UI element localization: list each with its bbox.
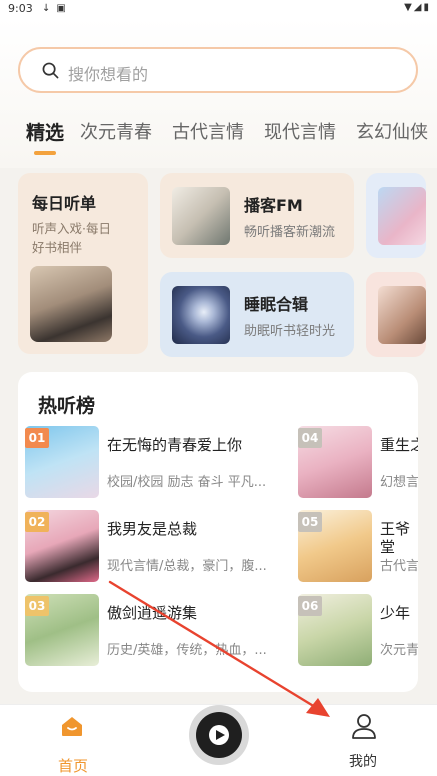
daily-list-subtitle-2: 好书相伴 [32,240,83,255]
book-title: 在无悔的青春爱上你 [107,436,243,454]
hot-list-panel: 热听榜 01 在无悔的青春爱上你 校园/校园 励志 奋斗 平凡... 02 我男… [18,372,418,692]
book-meta: 次元青 [380,643,418,658]
nav-home[interactable]: 首页 [48,713,98,775]
list-item[interactable]: 04 重生之 幻想言 [298,426,418,498]
book-title: 少年 [380,604,411,622]
book-title: 傲剑逍遥游集 [107,604,198,622]
list-item[interactable]: 02 我男友是总裁 现代言情/总裁，豪门，腹... [25,510,305,582]
side-card-1-cover [378,187,426,245]
podcast-fm-card[interactable]: 播客FM 畅听播客新潮流 [160,173,354,258]
list-item[interactable]: 01 在无悔的青春爱上你 校园/校园 励志 奋斗 平凡... [25,426,305,498]
home-icon [62,717,82,736]
tab-featured[interactable]: 精选 [26,118,64,145]
tab-modern-romance[interactable]: 现代言情 [264,118,336,144]
category-tabs: 精选 次元青春 古代言情 现代言情 玄幻仙侠 [0,118,437,158]
tab-fantasy[interactable]: 玄幻仙侠 [356,118,428,144]
user-icon [352,714,376,739]
player-button[interactable] [189,705,249,765]
search-icon [42,62,59,79]
list-item[interactable]: 06 少年 次元青 [298,594,418,666]
status-bar: 9:03 ↓▣ ▼◢▮ [0,0,437,18]
rank-badge: 05 [298,512,322,532]
side-card-2-cover [378,286,426,344]
sleep-title: 睡眠合辑 [244,295,309,314]
rank-badge: 01 [25,428,49,448]
nav-me-label: 我的 [349,754,377,770]
sleep-cover [172,286,230,344]
daily-list-subtitle-1: 听声入戏·每日 [32,221,111,236]
book-meta: 历史/英雄，传统，热血，... [107,643,267,658]
hot-list-title: 热听榜 [38,395,96,417]
side-card-2[interactable] [366,272,426,357]
book-meta: 校园/校园 励志 奋斗 平凡... [107,475,267,490]
book-title-line-2: 堂 [380,538,396,556]
rank-badge: 04 [298,428,322,448]
podcast-subtitle: 畅听播客新潮流 [244,225,336,240]
sleep-subtitle: 助眠听书轻时光 [244,324,336,339]
search-input[interactable]: 搜你想看的 [18,47,418,93]
tab-indicator [34,151,56,155]
book-meta: 古代言 [380,559,418,574]
tab-ancient-romance[interactable]: 古代言情 [172,118,244,144]
notification-icons: ↓▣ [42,3,72,14]
rank-badge: 03 [25,596,49,616]
tab-youth[interactable]: 次元青春 [80,118,152,144]
nav-home-label: 首页 [57,757,88,775]
rank-badge: 02 [25,512,49,532]
list-item[interactable]: 03 傲剑逍遥游集 历史/英雄，传统，热血，... [25,594,305,666]
book-title: 我男友是总裁 [107,520,198,538]
podcast-cover [172,187,230,245]
book-meta: 幻想言 [380,475,418,490]
book-meta: 现代言情/总裁，豪门，腹... [107,559,267,574]
search-placeholder: 搜你想看的 [68,65,149,84]
book-title: 重生之 [380,436,418,454]
podcast-title: 播客FM [244,196,303,215]
side-card-1[interactable] [366,173,426,258]
play-icon [216,730,225,740]
daily-list-card[interactable]: 每日听单 听声入戏·每日 好书相伴 [18,173,148,354]
daily-list-image [30,266,112,342]
rank-badge: 06 [298,596,322,616]
nav-me[interactable]: 我的 [338,713,388,773]
wifi-battery-icons: ▼◢▮ [404,2,431,13]
daily-list-title: 每日听单 [32,194,97,213]
sleep-collection-card[interactable]: 睡眠合辑 助眠听书轻时光 [160,272,354,357]
status-time: 9:03 [8,2,33,15]
list-item[interactable]: 05 王爷 堂 古代言 [298,510,418,582]
